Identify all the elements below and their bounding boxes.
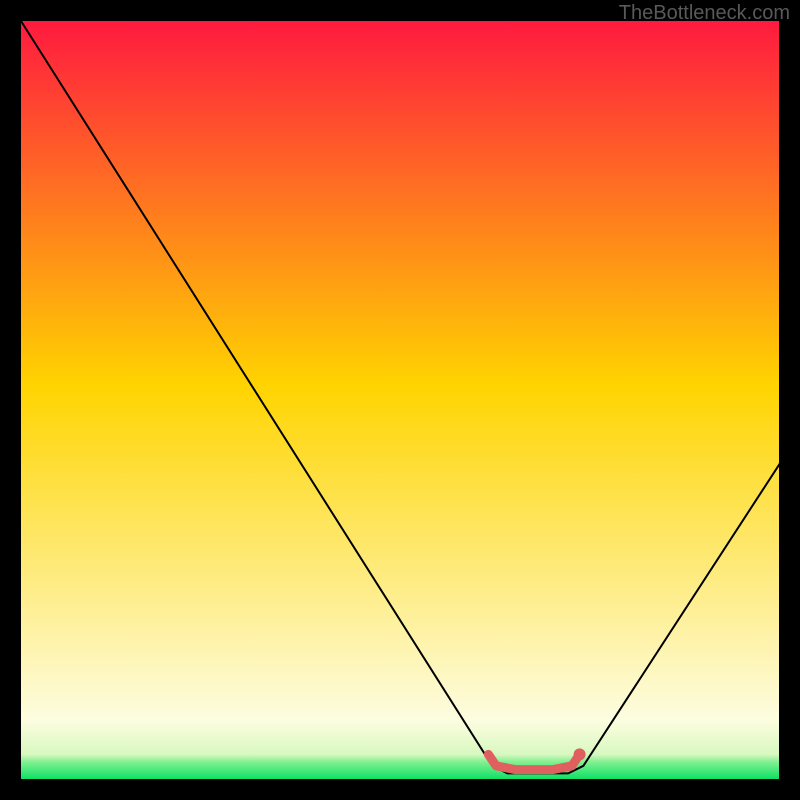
axis-frame-left (0, 0, 21, 800)
plot-background (21, 21, 781, 781)
trough-highlight-end-dot (574, 748, 586, 760)
axis-frame-bottom (0, 779, 800, 800)
chart-container: TheBottleneck.com (0, 0, 800, 800)
axis-frame-right (779, 0, 800, 800)
bottleneck-chart (0, 0, 800, 800)
watermark-text: TheBottleneck.com (619, 2, 790, 25)
